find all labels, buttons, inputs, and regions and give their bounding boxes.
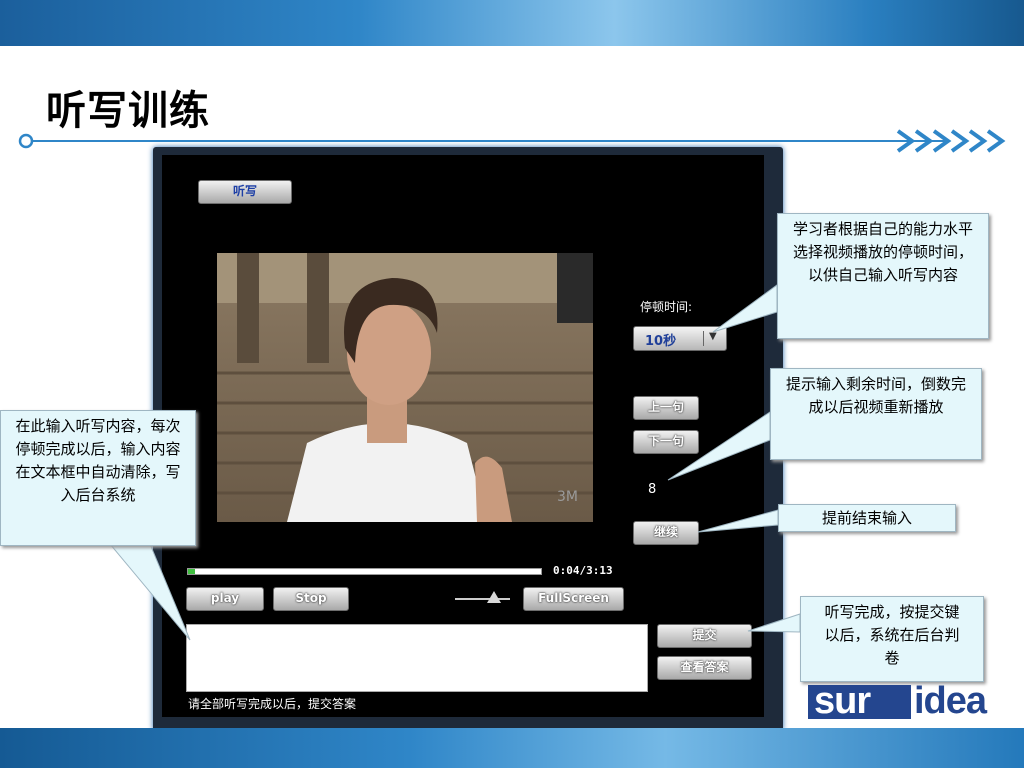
callout-countdown: 提示输入剩余时间，倒数完成以后视频重新播放: [770, 368, 982, 460]
callout-pause-time: 学习者根据自己的能力水平选择视频播放的停顿时间，以供自己输入听写内容: [777, 213, 989, 339]
logo-text-idea: idea: [914, 680, 987, 722]
callout-pointer-submit: [747, 613, 801, 633]
callout-pointer-countdown: [667, 411, 771, 481]
callout-continue: 提前结束输入: [778, 504, 956, 532]
callout-pointer-input: [108, 543, 191, 641]
bottom-banner: [0, 728, 1024, 768]
callout-pointer-continue: [697, 509, 779, 533]
callout-input: 在此输入听写内容，每次停顿完成以后，输入内容在文本框中自动清除，写入后台系统: [0, 410, 196, 546]
logo-text-sur: sur: [814, 680, 871, 722]
callout-submit: 听写完成，按提交键以后，系统在后台判卷: [800, 596, 984, 682]
suridea-logo: sur idea: [808, 680, 1013, 723]
callout-pointer-pause: [712, 284, 778, 333]
